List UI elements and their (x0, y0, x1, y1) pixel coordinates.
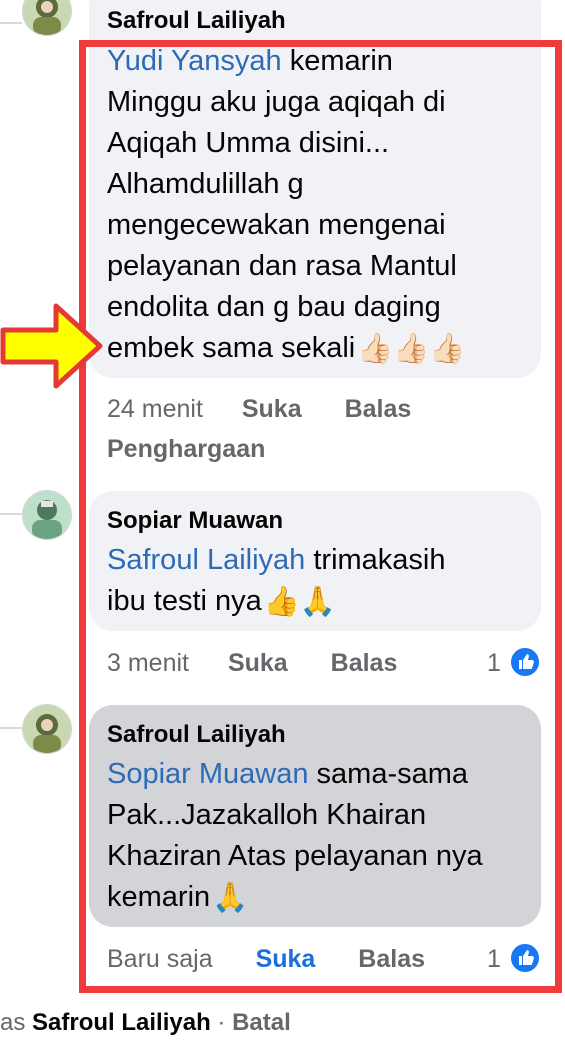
cancel-button[interactable]: Batal (232, 1009, 291, 1036)
comment-text: Sopiar Muawan sama-sama Pak...Jazakalloh… (107, 754, 483, 919)
reply-button[interactable]: Balas (331, 649, 398, 677)
like-reaction-icon[interactable] (509, 942, 541, 974)
replying-name: Safroul Lailiyah (32, 1009, 211, 1036)
comment-actions: 3 menit Suka Balas (107, 647, 397, 679)
thumbs-up-pray-emoji: 👍🙏 (263, 585, 336, 618)
reaction-count[interactable]: 1 (487, 943, 501, 975)
reaction-count[interactable]: 1 (487, 647, 501, 679)
thumbs-up-emoji: 👍🏻👍🏻👍🏻 (357, 332, 466, 365)
comment-text: Yudi Yansyah kemarin Minggu aku juga aqi… (107, 41, 466, 370)
thread-connector (0, 22, 22, 24)
comment-author[interactable]: Safroul Lailiyah (107, 720, 286, 750)
pray-emoji: 🙏 (212, 881, 249, 914)
replying-as-bar: as Safroul Lailiyah · Batal (0, 1008, 291, 1038)
comment-time[interactable]: 24 menit (107, 395, 203, 423)
comment-author[interactable]: Sopiar Muawan (107, 506, 283, 536)
separator: · (210, 1009, 233, 1036)
comment-actions: 24 menit Suka Balas (107, 393, 411, 425)
reply-button[interactable]: Balas (358, 945, 425, 973)
comment-time[interactable]: Baru saja (107, 945, 213, 973)
yellow-arrow-icon (0, 303, 103, 389)
like-button[interactable]: Suka (256, 945, 316, 973)
comment-author[interactable]: Safroul Lailiyah (107, 6, 286, 36)
avatar[interactable] (22, 490, 72, 540)
mention-link[interactable]: Safroul Lailiyah (107, 544, 305, 576)
like-button[interactable]: Suka (242, 395, 302, 423)
comment-time[interactable]: 3 menit (107, 649, 189, 677)
comment-body: kemarin Minggu aku juga aqiqah di Aqiqah… (107, 45, 457, 364)
mention-link[interactable]: Yudi Yansyah (107, 45, 282, 77)
replying-prefix: as (0, 1009, 33, 1036)
comment-actions: Baru saja Suka Balas (107, 943, 425, 975)
like-button[interactable]: Suka (228, 649, 288, 677)
comment-text: Safroul Lailiyah trimakasih ibu testi ny… (107, 540, 446, 623)
thread-connector (0, 513, 22, 515)
reply-button[interactable]: Balas (345, 395, 412, 423)
like-reaction-icon[interactable] (509, 646, 541, 678)
mention-link[interactable]: Sopiar Muawan (107, 758, 309, 790)
avatar[interactable] (22, 0, 72, 36)
thread-connector (0, 727, 22, 729)
avatar[interactable] (22, 704, 72, 754)
award-button[interactable]: Penghargaan (107, 433, 265, 465)
